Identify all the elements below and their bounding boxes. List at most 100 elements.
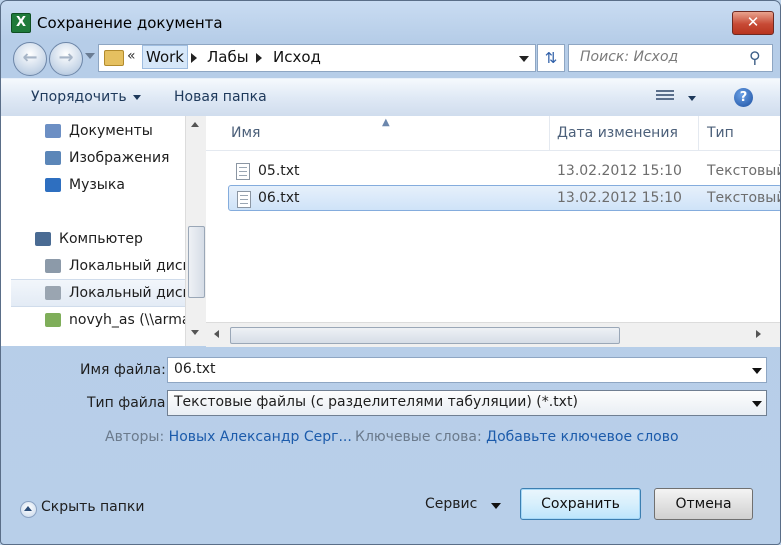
authors-label: Авторы: bbox=[105, 429, 165, 445]
save-dialog: X Сохранение документа ✕ ← → « Work Лабы… bbox=[0, 0, 781, 545]
breadcrumb-ishod[interactable]: Исход bbox=[273, 46, 321, 68]
breadcrumb-labs[interactable]: Лабы bbox=[207, 46, 249, 68]
keywords-value[interactable]: Добавьте ключевое слово bbox=[486, 429, 678, 445]
search-input[interactable]: Поиск: Исход bbox=[580, 49, 678, 65]
save-button[interactable]: Сохранить bbox=[520, 488, 641, 520]
filename-input[interactable]: 06.txt bbox=[167, 357, 767, 383]
chevron-down-icon[interactable] bbox=[752, 368, 762, 374]
scroll-right-icon[interactable] bbox=[756, 330, 761, 338]
text-file-icon bbox=[237, 191, 251, 208]
chevron-down-icon bbox=[132, 94, 141, 100]
sidebar-item-computer[interactable]: Компьютер bbox=[1, 226, 185, 252]
column-divider[interactable] bbox=[698, 116, 699, 150]
file-type: Текстовый документ bbox=[707, 190, 781, 206]
new-folder-button[interactable]: Новая папка bbox=[174, 89, 267, 105]
drive-windows-icon bbox=[45, 259, 61, 273]
sidebar-item-label: Документы bbox=[69, 123, 153, 139]
column-header-date[interactable]: Дата изменения bbox=[557, 125, 678, 141]
file-date: 13.02.2012 15:10 bbox=[557, 190, 682, 206]
sidebar-item-label: Изображения bbox=[69, 150, 170, 166]
computer-icon bbox=[35, 232, 51, 246]
view-dropdown-icon[interactable] bbox=[688, 96, 696, 101]
browser-area: Документы Изображения Музыка Компьютер Л… bbox=[1, 116, 780, 347]
scroll-down-icon[interactable] bbox=[191, 330, 199, 335]
close-button[interactable]: ✕ bbox=[732, 11, 774, 35]
dialog-title: Сохранение документа bbox=[37, 14, 223, 32]
search-box[interactable]: Поиск: Исход ⚲ bbox=[568, 44, 773, 72]
hide-folders-label: Скрыть папки bbox=[41, 499, 145, 515]
scroll-up-icon[interactable] bbox=[191, 122, 199, 127]
sidebar-item-documents[interactable]: Документы bbox=[1, 118, 185, 144]
breadcrumb-work[interactable]: Work bbox=[142, 45, 188, 69]
sort-ascending-icon: ▲ bbox=[382, 117, 390, 128]
drive-icon bbox=[45, 286, 61, 300]
authors-value[interactable]: Новых Александр Серг... bbox=[169, 429, 352, 445]
sidebar-item-label: Компьютер bbox=[59, 231, 143, 247]
refresh-button[interactable]: ⇅ bbox=[537, 44, 565, 72]
scrollbar-thumb[interactable] bbox=[230, 327, 620, 344]
cancel-button[interactable]: Отмена bbox=[654, 488, 753, 520]
sidebar-item-label: novyh_as (\\armada bbox=[69, 312, 185, 328]
excel-app-icon: X bbox=[11, 13, 31, 33]
file-date: 13.02.2012 15:10 bbox=[557, 163, 682, 179]
breadcrumb-separator-icon[interactable] bbox=[191, 53, 197, 63]
file-row-selected[interactable]: 06.txt 13.02.2012 15:10 Текстовый докуме… bbox=[228, 185, 781, 211]
forward-button[interactable]: → bbox=[49, 42, 83, 76]
music-icon bbox=[45, 178, 61, 192]
hide-folders-button[interactable]: Скрыть папки bbox=[20, 499, 145, 518]
filetype-label: Тип файла: bbox=[87, 395, 171, 411]
back-arrow-icon: ← bbox=[22, 47, 38, 68]
sidebar-item-label: Локальный диск (D:) bbox=[69, 285, 185, 301]
filename-label: Имя файла: bbox=[80, 362, 166, 378]
tools-label: Сервис bbox=[425, 496, 478, 512]
breadcrumb-separator-icon[interactable] bbox=[256, 53, 262, 63]
view-options-icon[interactable] bbox=[656, 90, 674, 104]
pictures-icon bbox=[45, 151, 61, 165]
keywords-label: Ключевые слова: bbox=[355, 429, 482, 445]
address-bar[interactable]: « Work Лабы Исход bbox=[98, 44, 536, 72]
column-header-name[interactable]: Имя bbox=[231, 125, 260, 141]
network-drive-icon bbox=[45, 313, 61, 327]
recent-locations-dropdown[interactable] bbox=[85, 53, 95, 59]
sidebar-scrollbar[interactable] bbox=[185, 116, 206, 346]
sidebar-item-network-drive[interactable]: novyh_as (\\armada bbox=[1, 307, 185, 333]
organize-button[interactable]: Упорядочить bbox=[31, 89, 141, 105]
column-headers: ▲ Имя Дата изменения Тип bbox=[206, 116, 780, 151]
navigation-bar: ← → « Work Лабы Исход ⇅ Поиск: Исход ⚲ bbox=[1, 41, 780, 76]
column-divider[interactable] bbox=[549, 116, 550, 150]
sidebar-item-label: Музыка bbox=[69, 177, 125, 193]
file-row[interactable]: 05.txt 13.02.2012 15:10 Текстовый докуме… bbox=[228, 158, 780, 184]
sidebar-item-drive-d[interactable]: Локальный диск (D:) bbox=[11, 279, 185, 307]
keywords-field: Ключевые слова: Добавьте ключевое слово bbox=[355, 429, 679, 445]
tools-button[interactable]: Сервис bbox=[425, 496, 501, 512]
back-button[interactable]: ← bbox=[13, 42, 47, 76]
scroll-left-icon[interactable] bbox=[214, 330, 219, 338]
sidebar-item-pictures[interactable]: Изображения bbox=[1, 145, 185, 171]
help-icon[interactable]: ? bbox=[734, 88, 753, 107]
filetype-select[interactable]: Текстовые файлы (с разделителями табуляц… bbox=[167, 390, 767, 416]
refresh-icon: ⇅ bbox=[544, 49, 558, 67]
filename-value: 06.txt bbox=[174, 361, 216, 377]
navigation-pane[interactable]: Документы Изображения Музыка Компьютер Л… bbox=[1, 116, 185, 346]
chevron-down-icon bbox=[491, 503, 501, 509]
title-bar: X Сохранение документа ✕ bbox=[1, 1, 780, 41]
sidebar-item-music[interactable]: Музыка bbox=[1, 172, 185, 198]
filetype-value: Текстовые файлы (с разделителями табуляц… bbox=[174, 394, 578, 410]
chevron-down-icon[interactable] bbox=[752, 401, 762, 407]
documents-icon bbox=[45, 124, 61, 138]
file-list[interactable]: ▲ Имя Дата изменения Тип 05.txt 13.02.20… bbox=[206, 116, 780, 346]
sidebar-item-drive-c[interactable]: Локальный диск (C:) bbox=[1, 253, 185, 279]
search-icon[interactable]: ⚲ bbox=[749, 48, 761, 67]
overflow-chevrons[interactable]: « bbox=[127, 48, 136, 64]
folder-icon bbox=[104, 50, 124, 66]
command-bar: Упорядочить Новая папка ? bbox=[1, 78, 780, 118]
file-type: Текстовый документ bbox=[707, 163, 780, 179]
file-list-scrollbar[interactable] bbox=[206, 322, 780, 347]
file-name: 06.txt bbox=[258, 190, 300, 206]
text-file-icon bbox=[236, 163, 250, 180]
address-dropdown-icon[interactable] bbox=[519, 56, 529, 62]
organize-label: Упорядочить bbox=[31, 89, 127, 105]
column-header-type[interactable]: Тип bbox=[707, 125, 734, 141]
forward-arrow-icon: → bbox=[58, 47, 74, 68]
scrollbar-thumb[interactable] bbox=[188, 226, 205, 298]
